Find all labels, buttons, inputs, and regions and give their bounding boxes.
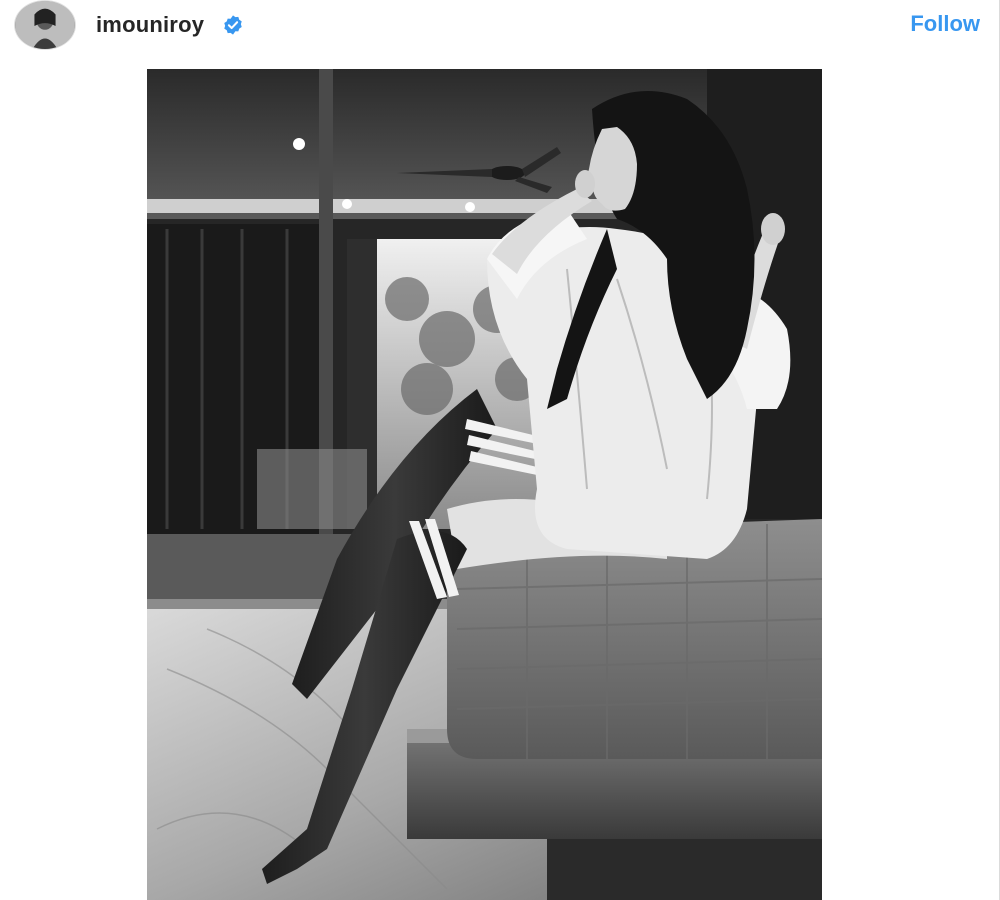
verified-badge-icon [222, 14, 244, 36]
avatar-image [15, 1, 75, 49]
post-photo-image [147, 69, 822, 900]
username[interactable]: imouniroy [96, 12, 204, 38]
instagram-post: imouniroy Follow [0, 0, 1000, 900]
follow-button[interactable]: Follow [910, 11, 980, 37]
post-photo[interactable] [147, 69, 822, 900]
post-header: imouniroy Follow [0, 0, 1000, 56]
profile-avatar[interactable] [14, 0, 76, 50]
